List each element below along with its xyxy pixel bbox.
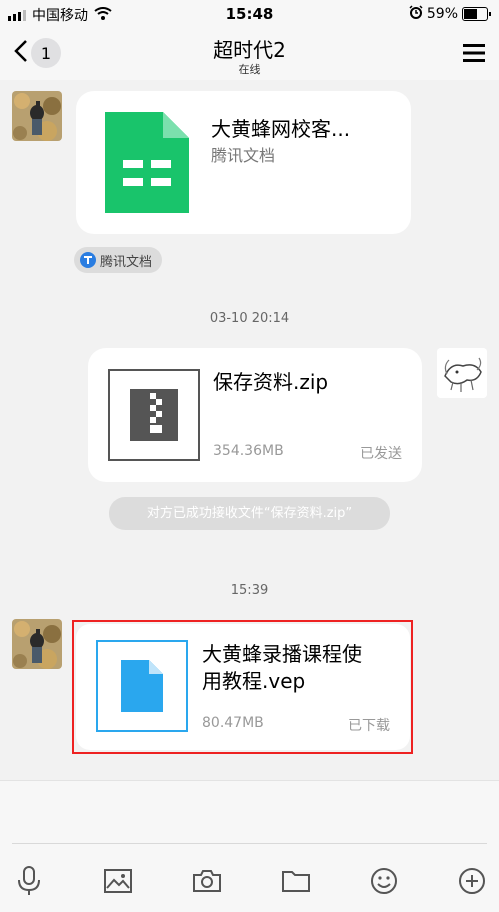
input-divider bbox=[12, 843, 487, 844]
zip-send-status: 已发送 bbox=[360, 446, 402, 462]
contact-avatar[interactable] bbox=[12, 619, 62, 669]
tencent-docs-icon bbox=[80, 252, 96, 268]
chat-subtitle: 在线 bbox=[238, 63, 261, 76]
menu-icon[interactable] bbox=[463, 43, 485, 67]
battery-icon bbox=[462, 7, 491, 21]
zip-file-name: 保存资料.zip bbox=[213, 370, 329, 394]
status-right: 59% bbox=[409, 5, 491, 23]
folder-icon[interactable] bbox=[276, 861, 316, 901]
alarm-icon bbox=[409, 5, 423, 23]
timestamp: 03-10 20:14 bbox=[209, 311, 290, 326]
status-bar: 中国移动 15:48 59% bbox=[0, 0, 499, 30]
tag-label: 腾讯文档 bbox=[100, 254, 153, 270]
timestamp: 15:39 bbox=[230, 583, 269, 598]
camera-icon[interactable] bbox=[187, 861, 227, 901]
system-notice: 对方已成功接收文件“保存资料.zip” bbox=[109, 497, 390, 530]
chat-title: 超时代2 bbox=[213, 38, 286, 62]
input-toolbar bbox=[0, 861, 499, 901]
highlight-box bbox=[72, 620, 413, 754]
doc-message-bubble[interactable]: 大黄蜂网校客... 腾讯文档 bbox=[76, 91, 411, 234]
tencent-docs-tag[interactable]: 腾讯文档 bbox=[74, 247, 163, 273]
plus-icon[interactable] bbox=[452, 861, 492, 901]
nav-bar: 1 超时代2 在线 bbox=[0, 30, 499, 80]
message-input[interactable] bbox=[12, 789, 487, 841]
zip-message-bubble[interactable]: 保存资料.zip 354.36MB 已发送 bbox=[88, 348, 422, 482]
battery-percent: 59% bbox=[426, 6, 458, 22]
contact-avatar[interactable] bbox=[12, 91, 62, 141]
image-icon[interactable] bbox=[98, 861, 138, 901]
zip-icon bbox=[108, 369, 200, 461]
sheet-icon bbox=[105, 112, 189, 217]
input-area bbox=[0, 780, 499, 912]
doc-source: 腾讯文档 bbox=[211, 146, 276, 165]
doc-title: 大黄蜂网校客... bbox=[211, 117, 351, 141]
emoji-icon[interactable] bbox=[364, 861, 404, 901]
my-avatar[interactable] bbox=[437, 348, 487, 398]
zip-file-size: 354.36MB bbox=[213, 443, 284, 459]
mic-icon[interactable] bbox=[9, 861, 49, 901]
